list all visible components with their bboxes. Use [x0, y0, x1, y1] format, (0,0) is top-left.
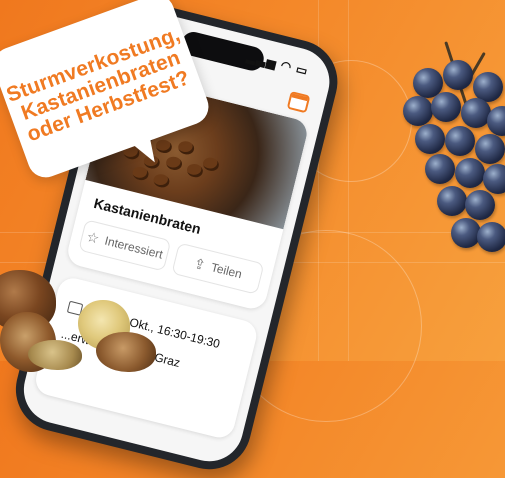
share-label: Teilen [209, 260, 244, 282]
event-actions: ☆ Interessiert ⇪ Teilen [78, 219, 265, 295]
chestnut-image [96, 332, 156, 372]
interested-label: Interessiert [103, 233, 165, 262]
promo-headline: Sturmverkostung, Kastanienbraten oder He… [3, 22, 193, 147]
share-icon: ⇪ [192, 254, 208, 273]
status-bar-icons: ▂▃▅ ◠ ▭ [245, 49, 310, 79]
share-button[interactable]: ⇪ Teilen [171, 242, 265, 295]
grapes-image [395, 30, 505, 260]
chestnut-image [28, 340, 82, 370]
calendar-icon[interactable] [286, 91, 311, 114]
interested-button[interactable]: ☆ Interessiert [78, 219, 172, 272]
star-icon: ☆ [85, 227, 102, 247]
